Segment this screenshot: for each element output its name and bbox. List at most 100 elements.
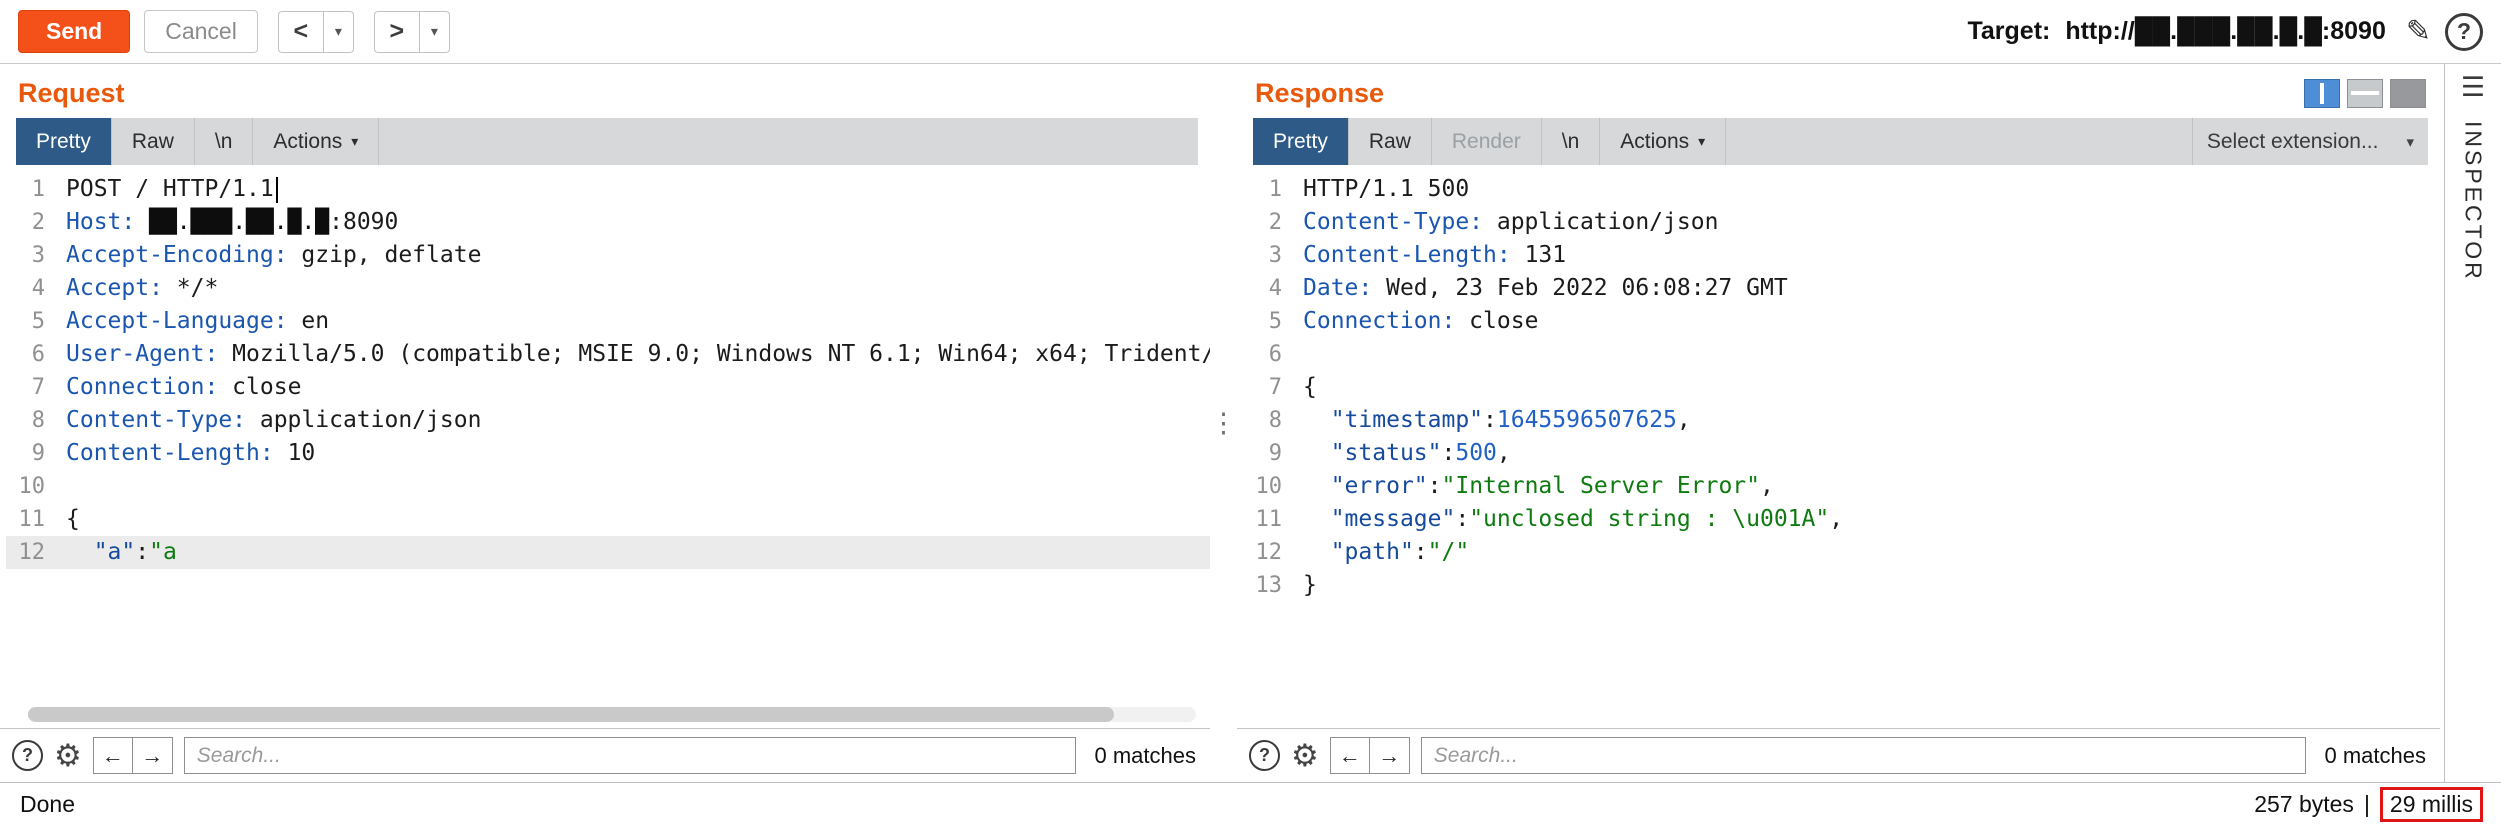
chevron-down-icon: ▾ xyxy=(1698,133,1705,150)
code-line: 12 "a":"a xyxy=(6,536,1210,569)
line-text: "status":500, xyxy=(1295,437,1511,470)
line-text: HTTP/1.1 500 xyxy=(1295,173,1469,206)
code-line: 10 xyxy=(6,470,1210,503)
request-tab-newline[interactable]: \n xyxy=(195,118,254,165)
previous-match-button[interactable]: ← xyxy=(1330,737,1370,774)
code-line: 10 "error":"Internal Server Error", xyxy=(1243,470,2440,503)
code-line: 2Host: ██.███.██.█.█:8090 xyxy=(6,206,1210,239)
chevron-down-icon: ▾ xyxy=(351,133,358,150)
request-tab-actions[interactable]: Actions ▾ xyxy=(253,118,379,165)
line-text: { xyxy=(1295,371,1317,404)
response-tab-pretty[interactable]: Pretty xyxy=(1253,118,1349,165)
line-text: Content-Type: application/json xyxy=(58,404,481,437)
target-display: Target: http://██.███.██.█.█:8090 xyxy=(1967,17,2385,46)
line-text: Connection: close xyxy=(1295,305,1538,338)
cancel-button[interactable]: Cancel xyxy=(144,10,258,53)
code-line: 4Accept: */* xyxy=(6,272,1210,305)
line-text: "path":"/" xyxy=(1295,536,1469,569)
code-line: 2Content-Type: application/json xyxy=(1243,206,2440,239)
panel-resize-handle[interactable]: ⋮ xyxy=(1210,64,1237,782)
stacked-view-icon[interactable] xyxy=(2347,79,2383,108)
code-line: 6User-Agent: Mozilla/5.0 (compatible; MS… xyxy=(6,338,1210,371)
select-extension-dropdown[interactable]: Select extension... ▾ xyxy=(2192,118,2428,165)
previous-match-button[interactable]: ← xyxy=(93,737,133,774)
line-number: 11 xyxy=(1243,503,1295,536)
single-view-icon[interactable] xyxy=(2390,79,2426,108)
line-number: 4 xyxy=(6,272,58,305)
line-text: Accept-Encoding: gzip, deflate xyxy=(58,239,481,272)
line-text: "a":"a xyxy=(58,536,177,569)
line-number: 3 xyxy=(6,239,58,272)
line-text: User-Agent: Mozilla/5.0 (compatible; MSI… xyxy=(58,338,1210,371)
response-match-count: 0 matches xyxy=(2325,743,2427,769)
code-line: 8Content-Type: application/json xyxy=(6,404,1210,437)
line-number: 1 xyxy=(1243,173,1295,206)
line-number: 1 xyxy=(6,173,58,206)
send-button[interactable]: Send xyxy=(18,10,130,53)
response-tab-actions[interactable]: Actions ▾ xyxy=(1600,118,1726,165)
line-text: "timestamp":1645596507625, xyxy=(1295,404,1691,437)
request-tab-raw[interactable]: Raw xyxy=(112,118,195,165)
code-line: 7{ xyxy=(1243,371,2440,404)
response-stats: 257 bytes | 29 millis xyxy=(2254,787,2483,822)
line-number: 6 xyxy=(1243,338,1295,371)
response-viewer[interactable]: 1HTTP/1.1 5002Content-Type: application/… xyxy=(1237,165,2440,728)
next-match-button[interactable]: → xyxy=(1370,737,1410,774)
request-tab-pretty[interactable]: Pretty xyxy=(16,118,112,165)
line-number: 8 xyxy=(6,404,58,437)
back-button[interactable]: < xyxy=(278,11,324,53)
code-line: 5Accept-Language: en xyxy=(6,305,1210,338)
status-bar: Done 257 bytes | 29 millis xyxy=(0,782,2501,826)
line-text: } xyxy=(1295,569,1317,602)
line-number: 7 xyxy=(6,371,58,404)
search-help-icon[interactable]: ? xyxy=(1249,740,1280,771)
code-line: 11 "message":"unclosed string : \u001A", xyxy=(1243,503,2440,536)
line-number: 8 xyxy=(1243,404,1295,437)
horizontal-scrollbar[interactable] xyxy=(28,707,1196,722)
forward-button[interactable]: > xyxy=(374,11,420,53)
edit-target-icon[interactable]: ✎ xyxy=(2406,14,2431,49)
line-text: Connection: close xyxy=(58,371,301,404)
response-tab-raw[interactable]: Raw xyxy=(1349,118,1432,165)
next-match-button[interactable]: → xyxy=(133,737,173,774)
search-help-icon[interactable]: ? xyxy=(12,740,43,771)
forward-history-dropdown[interactable]: ▾ xyxy=(420,11,450,53)
scrollbar-thumb[interactable] xyxy=(28,707,1114,722)
status-text: Done xyxy=(20,791,75,818)
request-search-input[interactable] xyxy=(184,737,1076,774)
line-text: Accept-Language: en xyxy=(58,305,329,338)
stats-separator: | xyxy=(2364,791,2370,818)
request-search-bar: ? ⚙ ← → 0 matches xyxy=(0,728,1210,782)
help-icon[interactable]: ? xyxy=(2445,13,2483,51)
code-line: 6 xyxy=(1243,338,2440,371)
response-panel-title: Response xyxy=(1255,78,1384,109)
line-number: 5 xyxy=(1243,305,1295,338)
drag-dots-icon: ⋮ xyxy=(1210,408,1237,439)
line-text: "message":"unclosed string : \u001A", xyxy=(1295,503,1843,536)
line-number: 12 xyxy=(6,536,58,569)
line-number: 10 xyxy=(6,470,58,503)
tab-bar-spacer xyxy=(379,118,1198,165)
code-line: 12 "path":"/" xyxy=(1243,536,2440,569)
side-by-side-view-icon[interactable] xyxy=(2304,79,2340,108)
response-tab-render[interactable]: Render xyxy=(1432,118,1542,165)
actions-label: Actions xyxy=(1620,130,1689,154)
inspector-tab[interactable]: INSPECTOR xyxy=(2460,121,2487,282)
search-settings-gear-icon[interactable]: ⚙ xyxy=(1291,740,1319,771)
arrow-left-icon: ← xyxy=(102,743,124,768)
line-number: 11 xyxy=(6,503,58,536)
forward-navigation-group: > ▾ xyxy=(374,11,450,53)
line-number: 4 xyxy=(1243,272,1295,305)
back-history-dropdown[interactable]: ▾ xyxy=(324,11,354,53)
code-line: 5Connection: close xyxy=(1243,305,2440,338)
response-search-input[interactable] xyxy=(1421,737,2306,774)
menu-icon[interactable]: ☰ xyxy=(2461,74,2485,101)
back-navigation-group: < ▾ xyxy=(278,11,354,53)
response-tab-newline[interactable]: \n xyxy=(1542,118,1601,165)
line-text: { xyxy=(58,503,80,536)
line-number: 9 xyxy=(1243,437,1295,470)
target-url: http://██.███.██.█.█:8090 xyxy=(2065,17,2386,45)
request-editor[interactable]: 1POST / HTTP/1.12Host: ██.███.██.█.█:809… xyxy=(0,165,1210,728)
search-settings-gear-icon[interactable]: ⚙ xyxy=(54,740,82,771)
request-panel-title: Request xyxy=(18,78,125,109)
